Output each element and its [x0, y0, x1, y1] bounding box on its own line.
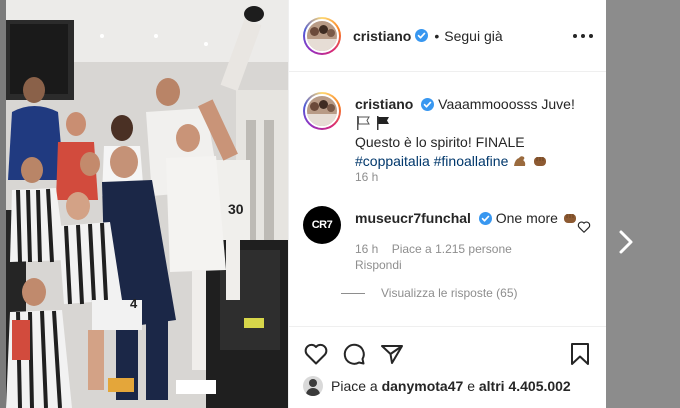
comment-avatar[interactable]: CR7 — [303, 206, 341, 244]
comment-icon[interactable] — [341, 341, 367, 367]
likes-others[interactable]: altri 4.405.002 — [479, 378, 571, 394]
post-header: cristiano • Segui già — [289, 0, 606, 72]
comment-likes[interactable]: Piace a 1.215 persone — [392, 242, 512, 256]
caption-username[interactable]: cristiano — [355, 96, 413, 112]
likes-middle: e — [467, 378, 475, 394]
profile-avatar[interactable] — [303, 16, 341, 55]
black-flag-icon — [376, 116, 389, 130]
liker-avatar[interactable] — [303, 376, 323, 396]
replies-divider — [341, 292, 365, 294]
heart-icon[interactable] — [303, 341, 329, 367]
caption-time[interactable]: 16 h — [355, 170, 378, 184]
liker-username[interactable]: danymota47 — [382, 378, 464, 394]
post-modal: 30 4 cristiano • Segui già cristiano Vaa… — [6, 0, 606, 408]
post-photo[interactable]: 30 4 — [6, 0, 288, 408]
header-separator: • — [434, 27, 440, 44]
jersey-number-2: 4 — [130, 296, 138, 311]
caption-line2: Questo è lo spirito! FINALE — [355, 134, 525, 150]
like-comment-heart-icon[interactable] — [577, 220, 591, 234]
verified-badge-icon — [421, 98, 435, 111]
following-button[interactable]: Segui già — [444, 28, 502, 44]
backdrop-right — [606, 0, 680, 408]
comment-message: One more — [495, 210, 558, 226]
jersey-number: 30 — [228, 201, 244, 217]
verified-badge-icon — [478, 212, 492, 225]
header-username[interactable]: cristiano — [353, 28, 411, 44]
next-post-button[interactable] — [612, 224, 640, 260]
comment-time[interactable]: 16 h — [355, 242, 378, 256]
comment-meta: 16 h Piace a 1.215 persone — [355, 242, 522, 256]
fist-bump-icon — [534, 157, 547, 166]
hashtag-finoallafine[interactable]: #finoallafine — [434, 153, 509, 169]
likes-prefix: Piace a — [331, 378, 378, 394]
reply-button[interactable]: Rispondi — [355, 258, 402, 272]
white-flag-icon — [357, 116, 370, 130]
verified-badge-icon — [415, 29, 429, 42]
comment-username[interactable]: museucr7funchal — [355, 210, 471, 226]
next-arrow-icon — [619, 230, 633, 254]
caption-avatar[interactable] — [303, 92, 341, 130]
share-icon[interactable] — [379, 341, 405, 367]
caption-text: cristiano Vaaammooosss Juve! Questo è lo… — [355, 95, 587, 171]
view-replies-label: Visualizza le risposte (65) — [381, 286, 518, 300]
bookmark-icon[interactable] — [567, 341, 593, 367]
action-bar — [289, 326, 606, 376]
flexed-biceps-icon — [514, 156, 526, 166]
post-sidebar: cristiano • Segui già cristiano Vaaammoo… — [288, 0, 606, 408]
caption-message: Vaaammooosss Juve! — [438, 96, 575, 112]
view-replies-button[interactable]: Visualizza le risposte (65) — [341, 286, 518, 300]
comment-text: museucr7funchal One more — [355, 209, 587, 228]
more-options-icon[interactable] — [573, 28, 593, 44]
hashtag-coppaitalia[interactable]: #coppaitalia — [355, 153, 430, 169]
likes-summary[interactable]: Piace a danymota47 e altri 4.405.002 — [303, 374, 571, 398]
comments-area: cristiano Vaaammooosss Juve! Questo è lo… — [289, 72, 606, 326]
fist-bump-icon — [563, 214, 576, 223]
